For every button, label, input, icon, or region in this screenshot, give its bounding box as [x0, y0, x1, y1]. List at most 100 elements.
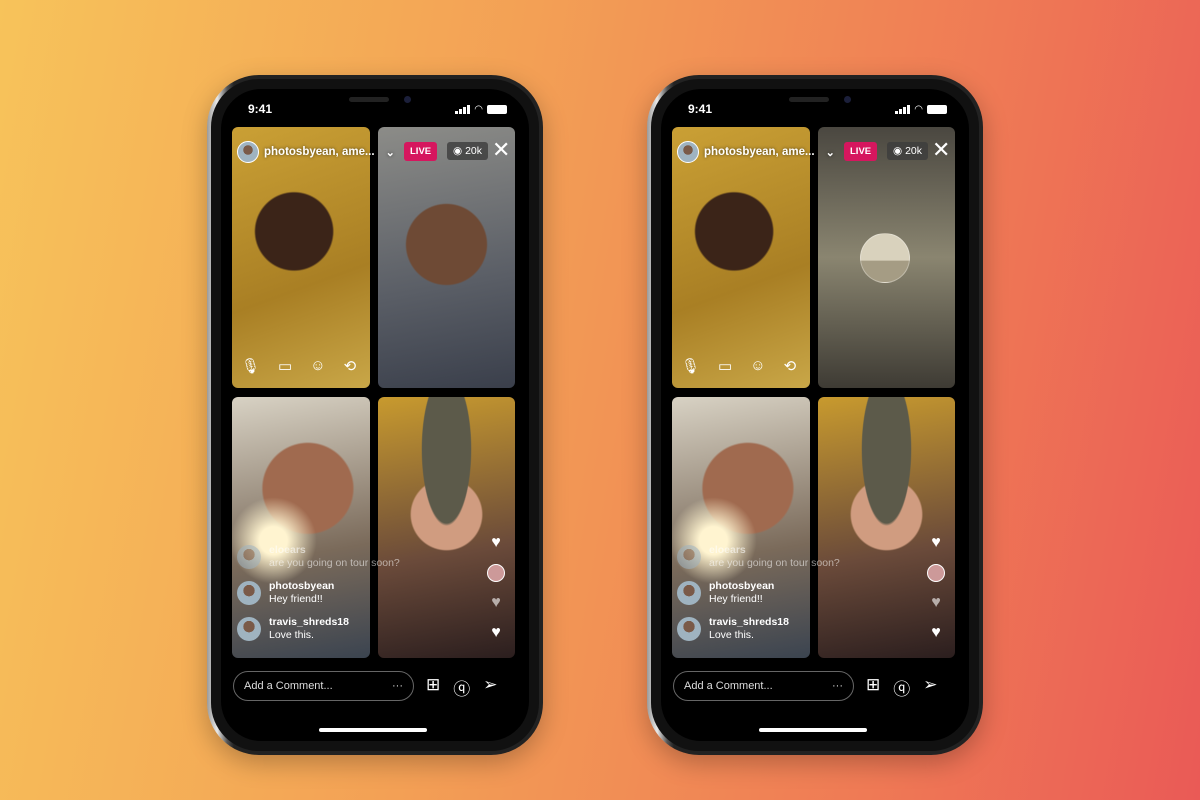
guest-profile-circle: [860, 233, 910, 283]
comment-item: travis_shreds18 Love this.: [677, 616, 877, 642]
heart-icon: ♥: [931, 534, 941, 551]
wifi-icon: ◠: [914, 104, 923, 115]
close-icon[interactable]: ✕: [492, 137, 510, 163]
commenter-avatar: [237, 581, 261, 605]
home-indicator[interactable]: [759, 728, 867, 732]
video-tile-host: [232, 127, 370, 388]
viewer-count-value: 20k: [905, 145, 923, 157]
video-tile-guest: [818, 127, 955, 388]
comment-username: travis_shreds18: [269, 616, 349, 628]
phone-mockup: 9:41 ◠ photosbyean, ame... ⌄ LIVE ◉ 20k ✕…: [647, 75, 983, 755]
reactor-avatar: [487, 564, 505, 582]
live-room-screen: 9:41 ◠ photosbyean, ame... ⌄ LIVE ◉ 20k ✕…: [661, 89, 969, 741]
wifi-icon: ◠: [474, 104, 483, 115]
microphone-icon[interactable]: 🎙︎: [681, 357, 700, 375]
live-badge: LIVE: [404, 142, 438, 161]
host-controls: 🎙︎ ▭ ☺ ⟲: [241, 357, 356, 375]
heart-icon: ♥: [491, 624, 501, 641]
flip-camera-icon[interactable]: ⟲: [344, 357, 357, 375]
commenter-avatar: [677, 617, 701, 641]
front-camera: [844, 96, 851, 103]
comment-placeholder: Add a Comment...: [684, 680, 773, 692]
send-direct-icon[interactable]: ➢: [483, 675, 497, 700]
front-camera: [404, 96, 411, 103]
live-badge: LIVE: [844, 142, 878, 161]
host-name-label: photosbyean, ame...: [264, 146, 375, 158]
host-names[interactable]: photosbyean, ame... ⌄: [677, 141, 835, 163]
speaker-grille: [349, 97, 389, 102]
commenter-avatar: [677, 545, 701, 569]
commenter-avatar: [237, 545, 261, 569]
comment-item: photosbyean Hey friend!!: [677, 580, 877, 606]
comment-text: are you going on tour soon?: [709, 557, 840, 569]
comment-username: photosbyean: [269, 580, 335, 592]
comment-item: photosbyean Hey friend!!: [237, 580, 437, 606]
comment-username: travis_shreds18: [709, 616, 789, 628]
comment-username: eloears: [269, 544, 306, 556]
flip-camera-icon[interactable]: ⟲: [784, 357, 797, 375]
comment-list: eloears are you going on tour soon? photos…: [237, 544, 437, 652]
status-time: 9:41: [688, 102, 713, 116]
chevron-down-icon[interactable]: ⌄: [386, 146, 395, 159]
comment-placeholder: Add a Comment...: [244, 680, 333, 692]
comment-input[interactable]: Add a Comment... ···: [673, 671, 854, 701]
host-controls: 🎙︎ ▭ ☺ ⟲: [681, 357, 796, 375]
video-camera-icon[interactable]: ▭: [278, 357, 292, 375]
add-video-guest-icon[interactable]: ⊞: [866, 675, 880, 700]
reactor-avatar: [927, 564, 945, 582]
more-options-icon[interactable]: ···: [392, 680, 403, 692]
microphone-icon[interactable]: 🎙︎: [241, 357, 260, 375]
reactions: ♥ ♥ ♥: [927, 534, 945, 642]
phone-mockup: 9:41 ◠ photosbyean, ame... ⌄ LIVE ◉ 20k ✕…: [207, 75, 543, 755]
commenter-avatar: [237, 617, 261, 641]
host-name-label: photosbyean, ame...: [704, 146, 815, 158]
status-icons: ◠: [455, 104, 507, 115]
comment-item: eloears are you going on tour soon?: [237, 544, 437, 570]
action-bar: ⊞ ⓠ ➢: [866, 675, 938, 700]
comment-username: eloears: [709, 544, 746, 556]
battery-icon: [927, 105, 947, 114]
heart-icon: ♥: [491, 594, 501, 611]
live-room-screen: 9:41 ◠ photosbyean, ame... ⌄ LIVE ◉ 20k ✕…: [221, 89, 529, 741]
viewer-count-value: 20k: [465, 145, 483, 157]
add-video-guest-icon[interactable]: ⊞: [426, 675, 440, 700]
home-indicator[interactable]: [319, 728, 427, 732]
comment-input[interactable]: Add a Comment... ···: [233, 671, 414, 701]
comment-text: Love this.: [269, 629, 314, 641]
comment-item: travis_shreds18 Love this.: [237, 616, 437, 642]
host-avatar: [237, 141, 259, 163]
heart-icon: ♥: [931, 594, 941, 611]
question-icon[interactable]: ⓠ: [453, 675, 470, 700]
send-direct-icon[interactable]: ➢: [923, 675, 937, 700]
host-avatar: [677, 141, 699, 163]
close-icon[interactable]: ✕: [932, 137, 950, 163]
eye-icon: ◉: [893, 145, 906, 157]
comment-list: eloears are you going on tour soon? photos…: [677, 544, 877, 652]
commenter-avatar: [677, 581, 701, 605]
comment-text: are you going on tour soon?: [269, 557, 400, 569]
signal-icon: [895, 105, 911, 114]
viewer-count: ◉ 20k: [887, 142, 929, 160]
eye-icon: ◉: [453, 145, 466, 157]
more-options-icon[interactable]: ···: [832, 680, 843, 692]
video-camera-icon[interactable]: ▭: [718, 357, 732, 375]
speaker-grille: [789, 97, 829, 102]
comment-text: Hey friend!!: [269, 593, 323, 605]
battery-icon: [487, 105, 507, 114]
status-time: 9:41: [248, 102, 273, 116]
reactions: ♥ ♥ ♥: [487, 534, 505, 642]
status-icons: ◠: [895, 104, 947, 115]
action-bar: ⊞ ⓠ ➢: [426, 675, 498, 700]
face-effects-icon[interactable]: ☺: [310, 357, 325, 375]
signal-icon: [455, 105, 471, 114]
host-names[interactable]: photosbyean, ame... ⌄: [237, 141, 395, 163]
chevron-down-icon[interactable]: ⌄: [826, 146, 835, 159]
question-icon[interactable]: ⓠ: [893, 675, 910, 700]
heart-icon: ♥: [931, 624, 941, 641]
face-effects-icon[interactable]: ☺: [750, 357, 765, 375]
viewer-count: ◉ 20k: [447, 142, 489, 160]
comment-username: photosbyean: [709, 580, 775, 592]
comment-item: eloears are you going on tour soon?: [677, 544, 877, 570]
heart-icon: ♥: [491, 534, 501, 551]
video-tile-guest: [378, 127, 515, 388]
